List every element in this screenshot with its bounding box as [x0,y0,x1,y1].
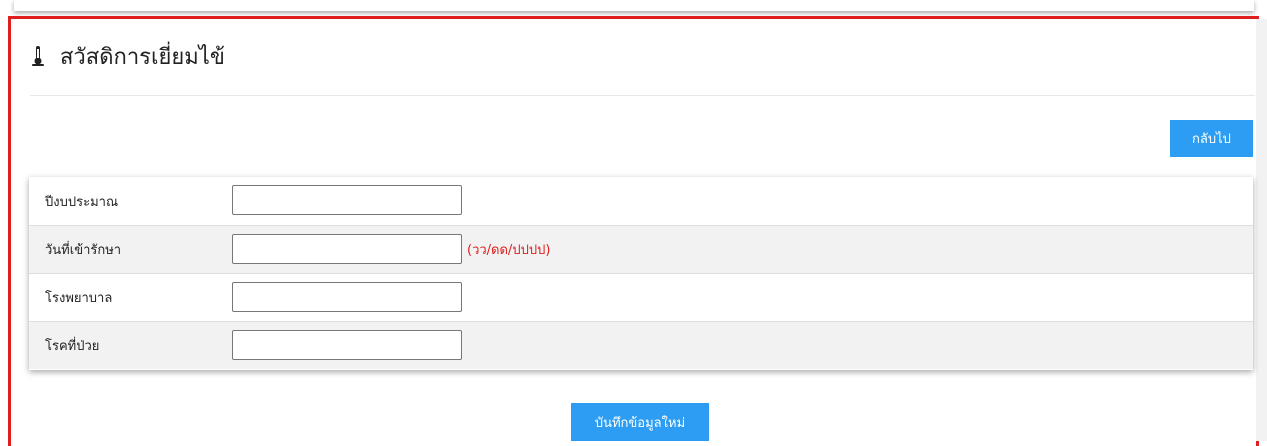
illness-label: โรคที่ป่วย [45,339,100,354]
form-row-hospital: โรงพยาบาล [29,273,1253,321]
form-row-admission-date: วันที่เข้ารักษา (วว/ดด/ปปปป) [29,225,1253,273]
fiscal-year-input[interactable] [232,185,462,215]
page-side-shade [1256,19,1267,441]
admission-date-input[interactable] [232,234,462,264]
back-button[interactable]: กลับไป [1170,120,1253,157]
form-card: ปีงบประมาณ วันที่เข้ารักษา (วว/ดด/ปปปป) … [29,177,1253,370]
hospital-input[interactable] [232,282,462,312]
page-header: สวัสดิการเยี่ยมไข้ [30,40,225,72]
illness-input[interactable] [232,330,462,360]
page-title: สวัสดิการเยี่ยมไข้ [60,44,225,70]
hospital-label: โรงพยาบาล [45,291,113,306]
thermometer-icon [30,45,46,67]
previous-panel-edge [14,0,1254,11]
fiscal-year-label: ปีงบประมาณ [45,194,118,210]
save-new-record-button[interactable]: บันทึกข้อมูลใหม่ [571,403,709,441]
form-row-fiscal-year: ปีงบประมาณ [29,177,1253,225]
date-format-hint: (วว/ดด/ปปปป) [467,243,551,258]
admission-date-label: วันที่เข้ารักษา [45,243,122,258]
header-divider [30,95,1255,96]
form-row-illness: โรคที่ป่วย [29,321,1253,369]
